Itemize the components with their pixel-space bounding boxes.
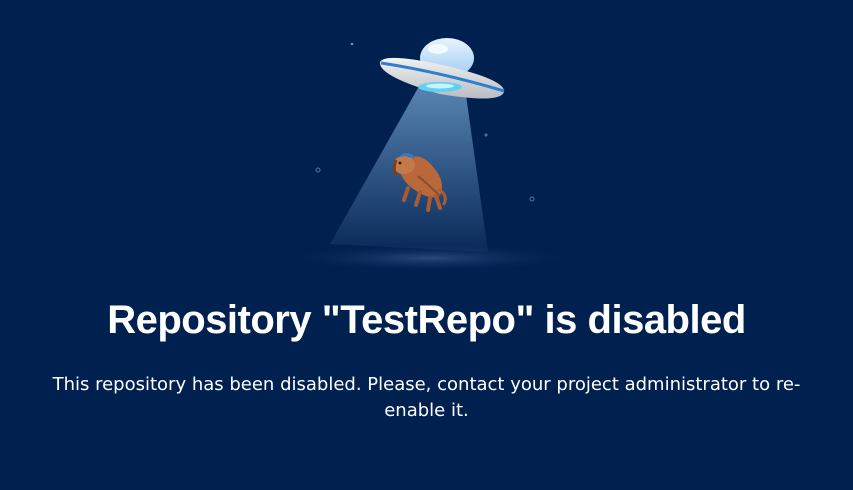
page-title: Repository "TestRepo" is disabled <box>107 298 746 342</box>
ufo <box>379 38 505 99</box>
star <box>350 42 354 46</box>
ufo-abducting-dog-icon <box>280 38 580 272</box>
error-message: This repository has been disabled. Pleas… <box>52 374 801 421</box>
star <box>484 133 488 137</box>
star <box>529 196 535 202</box>
star <box>315 167 321 173</box>
error-page: Repository "TestRepo" is disabled This r… <box>0 0 853 490</box>
